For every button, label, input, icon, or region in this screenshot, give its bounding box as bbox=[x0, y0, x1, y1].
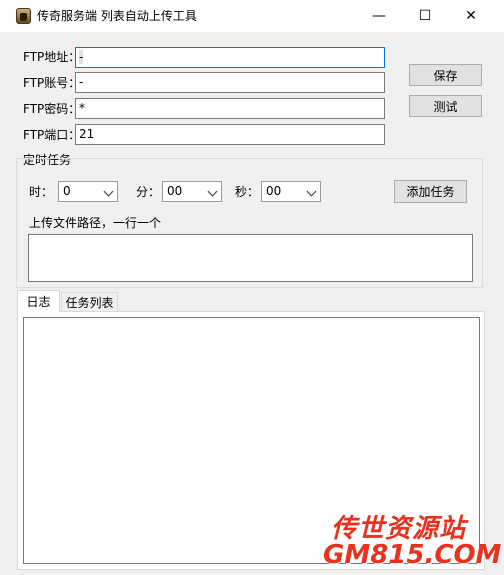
minimize-button[interactable]: — bbox=[356, 0, 402, 32]
hour-label: 时： bbox=[29, 185, 54, 199]
minute-value: 00 bbox=[167, 184, 183, 198]
ftp-password-field[interactable]: * bbox=[75, 98, 385, 119]
tab-log-label: 日志 bbox=[26, 295, 51, 309]
ftp-password-label: FTP密码： bbox=[23, 102, 81, 116]
close-button[interactable]: ✕ bbox=[448, 0, 494, 32]
add-task-button[interactable]: 添加任务 bbox=[394, 180, 467, 203]
ftp-port-field[interactable]: 21 bbox=[75, 124, 385, 145]
chevron-down-icon bbox=[103, 186, 114, 197]
second-select[interactable]: 00 bbox=[261, 181, 321, 202]
second-value: 00 bbox=[266, 184, 282, 198]
minute-select[interactable]: 00 bbox=[162, 181, 222, 202]
upload-path-textarea[interactable] bbox=[28, 234, 473, 282]
ftp-port-label: FTP端口： bbox=[23, 128, 81, 142]
upload-path-label: 上传文件路径，一行一个 bbox=[29, 216, 162, 230]
ftp-address-field[interactable]: - bbox=[75, 47, 385, 68]
test-button[interactable]: 测试 bbox=[409, 95, 482, 117]
maximize-icon: ☐ bbox=[418, 8, 432, 24]
hour-value: 0 bbox=[63, 184, 71, 198]
tab-task-list[interactable]: 任务列表 bbox=[61, 292, 118, 311]
chevron-down-icon bbox=[207, 186, 218, 197]
watermark-domain: GM815.COM bbox=[323, 540, 502, 570]
minute-label: 分： bbox=[136, 185, 161, 199]
ftp-address-value: - bbox=[79, 50, 84, 64]
maximize-button[interactable]: ☐ bbox=[402, 0, 448, 32]
hour-select[interactable]: 0 bbox=[58, 181, 118, 202]
save-button[interactable]: 保存 bbox=[409, 64, 482, 86]
chevron-down-icon bbox=[306, 186, 317, 197]
minimize-icon: — bbox=[372, 8, 386, 24]
close-icon: ✕ bbox=[465, 8, 477, 24]
ftp-account-label: FTP账号： bbox=[23, 76, 81, 90]
second-label: 秒： bbox=[235, 185, 260, 199]
tab-task-list-label: 任务列表 bbox=[65, 295, 114, 310]
ftp-address-label: FTP地址： bbox=[23, 50, 81, 64]
window-title: 传奇服务端 列表自动上传工具 bbox=[37, 9, 197, 23]
app-icon bbox=[16, 8, 31, 24]
ftp-account-field[interactable]: - bbox=[75, 72, 385, 93]
tab-log[interactable]: 日志 bbox=[17, 290, 60, 312]
